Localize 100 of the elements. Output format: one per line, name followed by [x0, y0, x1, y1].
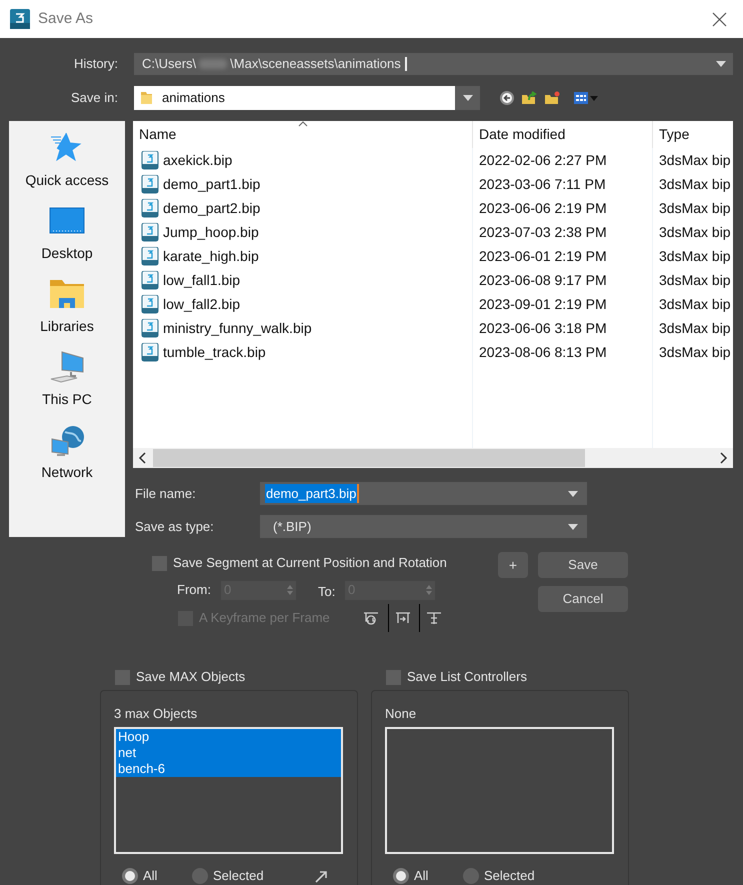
group-caption: 3 max Objects [114, 705, 198, 720]
sidebar-item[interactable]: This PC [42, 351, 92, 424]
scroll-left-icon[interactable] [138, 452, 148, 464]
field-label: Save as type: [134, 518, 215, 536]
caret-icon [590, 96, 598, 100]
dropdown-arrow-icon[interactable] [568, 524, 578, 530]
dropdown-arrow-icon[interactable] [568, 490, 578, 496]
file-name[interactable]: demo_part2.bip [163, 198, 260, 218]
file-icon [141, 174, 159, 194]
list-item[interactable]: Hoop [116, 729, 341, 745]
group-caption: None [385, 705, 418, 720]
save-button[interactable]: Save [538, 552, 628, 578]
table-cell-text: 2023-07-03 2:38 PM [478, 222, 608, 242]
table-cell-text: 3dsMax bip [658, 246, 732, 266]
column-header[interactable]: Type [652, 121, 733, 148]
file-icon [141, 270, 159, 290]
table-cell-text: 2023-06-06 2:19 PM [478, 198, 608, 218]
table-cell-text: 3dsMax bip [658, 270, 732, 290]
add-button[interactable]: + [498, 552, 528, 578]
column-header[interactable]: Name [133, 121, 472, 148]
list-item[interactable]: bench-6 [116, 761, 341, 777]
table-cell-text: 3dsMax bip [658, 294, 732, 314]
folder-up-icon[interactable] [522, 91, 537, 105]
file-name[interactable]: axekick.bip [163, 150, 232, 170]
field-label: History: [72, 55, 118, 74]
radio-button[interactable] [463, 868, 479, 884]
selected-text[interactable]: demo_part3.bip [265, 484, 360, 504]
grid-view-icon [574, 92, 588, 104]
file-icon [141, 318, 159, 338]
file-name[interactable]: demo_part1.bip [163, 174, 260, 194]
sidebar-item[interactable]: Desktop [41, 205, 93, 278]
sidebar-item[interactable]: Libraries [40, 278, 94, 351]
window-title: Save As [38, 8, 94, 29]
radio-button[interactable] [393, 868, 409, 884]
field-label: File name: [134, 484, 197, 503]
file-name[interactable]: low_fall2.bip [163, 294, 240, 314]
radio-button[interactable] [192, 868, 208, 884]
folder-icon [141, 91, 152, 105]
file-name[interactable]: ministry_funny_walk.bip [163, 318, 312, 338]
table-cell-text: 2023-09-01 2:19 PM [478, 294, 608, 314]
file-icon [141, 222, 159, 242]
table-cell-text: 2023-03-06 7:11 PM [478, 174, 607, 194]
checkbox-label: Save List Controllers [407, 668, 527, 686]
scroll-right-icon[interactable] [718, 452, 728, 464]
checkbox[interactable] [152, 556, 167, 570]
checkbox[interactable] [115, 670, 130, 684]
field-label: To: [318, 583, 336, 602]
file-name-field[interactable]: demo_part3.bip [260, 482, 587, 505]
checkbox-label: Save Segment at Current Position and Rotation [173, 554, 447, 572]
table-cell-text: 2022-02-06 2:27 PM [478, 150, 608, 170]
table-cell-text: 3dsMax bip [658, 198, 732, 218]
table-cell-text: 3dsMax bip [658, 318, 732, 338]
cancel-button[interactable]: Cancel [538, 586, 628, 612]
table-cell-text: 2023-06-01 2:19 PM [478, 246, 608, 266]
checkbox[interactable] [386, 670, 401, 684]
globe-computer-icon [48, 424, 85, 456]
dropdown-arrow-icon[interactable] [716, 61, 726, 67]
list-item[interactable]: net [116, 745, 341, 761]
sidebar-item[interactable]: Quick access [25, 132, 109, 205]
arrow-icon[interactable] [314, 870, 328, 882]
file-icon [141, 150, 159, 170]
table-cell-text: 3dsMax bip [658, 174, 732, 194]
radio-button[interactable] [122, 868, 138, 884]
radio-label: All [414, 867, 430, 885]
dropdown-arrow-icon[interactable] [462, 95, 472, 101]
back-icon[interactable] [500, 91, 514, 105]
object-list[interactable]: Hoop net bench-6 [114, 727, 343, 854]
file-name[interactable]: low_fall1.bip [163, 270, 240, 290]
file-type-dropdown[interactable]: (*.BIP) [260, 515, 587, 538]
column-header[interactable]: Date modified [472, 121, 652, 148]
field-label: From: [177, 581, 212, 600]
sidebar-item[interactable]: Network [41, 424, 93, 497]
key-step-icon[interactable] [426, 611, 442, 625]
horizontal-scrollbar[interactable] [133, 448, 733, 468]
table-cell-text: 2023-06-06 3:18 PM [478, 318, 608, 338]
computer-icon [48, 351, 85, 383]
file-icon [141, 198, 159, 218]
new-folder-icon[interactable] [545, 91, 560, 105]
file-name[interactable]: karate_high.bip [163, 246, 259, 266]
checkbox-label: Save MAX Objects [136, 668, 246, 686]
file-name[interactable]: Jump_hoop.bip [163, 222, 259, 242]
close-icon[interactable] [712, 12, 727, 26]
table-cell-text: 2023-06-08 9:17 PM [478, 270, 608, 290]
object-list[interactable] [385, 727, 614, 854]
radio-label: Selected [484, 867, 535, 885]
file-icon [141, 294, 159, 314]
field-label: Save in: [70, 89, 118, 108]
key-range-icon[interactable] [394, 611, 411, 625]
view-menu-button[interactable] [574, 92, 598, 104]
radio-label: Selected [213, 867, 264, 885]
history-dropdown[interactable]: C:\Users\ \Max\sceneassets\animations [134, 53, 733, 75]
folder-icon [48, 278, 85, 310]
radio-label: All [143, 867, 158, 885]
table-cell-text: 3dsMax bip [658, 150, 732, 170]
key-clock-icon[interactable] [362, 611, 379, 625]
table-cell-text: 3dsMax bip [658, 342, 732, 362]
file-icon [141, 342, 159, 362]
app-icon [10, 9, 30, 29]
file-icon [141, 246, 159, 266]
file-name[interactable]: tumble_track.bip [163, 342, 266, 362]
